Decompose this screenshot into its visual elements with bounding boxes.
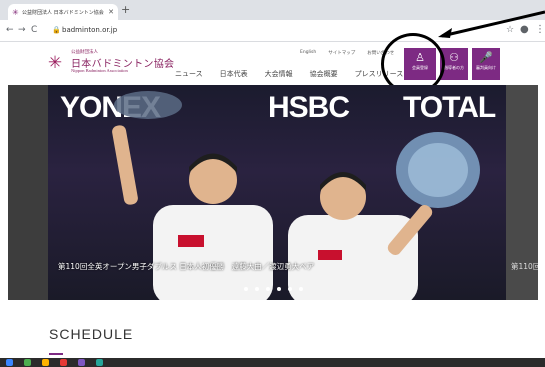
- slide-caption[interactable]: 第110回全英オープン男子ダブルス 日本人初優勝 遠藤大由／渡辺勇大ペア: [58, 261, 314, 272]
- carousel-dot[interactable]: [277, 287, 281, 291]
- carousel-dot[interactable]: [266, 287, 270, 291]
- schedule-underline: [49, 353, 63, 355]
- schedule-heading: SCHEDULE: [49, 326, 134, 342]
- hero-carousel[interactable]: YONEX HSBC TOTAL 第110回全英オープン男子ダブルス 日本人初優…: [8, 85, 538, 300]
- taskbar-app-icon[interactable]: [60, 359, 67, 366]
- next-slide-caption: 第110回: [511, 262, 538, 271]
- carousel-dot[interactable]: [255, 287, 259, 291]
- taskbar-app-icon[interactable]: [96, 359, 103, 366]
- carousel-dot[interactable]: [299, 287, 303, 291]
- carousel-dot[interactable]: [244, 287, 248, 291]
- taskbar-app-icon[interactable]: [24, 359, 31, 366]
- os-taskbar: [0, 358, 545, 367]
- start-icon[interactable]: [6, 359, 13, 366]
- taskbar-app-icon[interactable]: [78, 359, 85, 366]
- taskbar-app-icon[interactable]: [42, 359, 49, 366]
- carousel-dots: [244, 287, 303, 291]
- carousel-dot[interactable]: [288, 287, 292, 291]
